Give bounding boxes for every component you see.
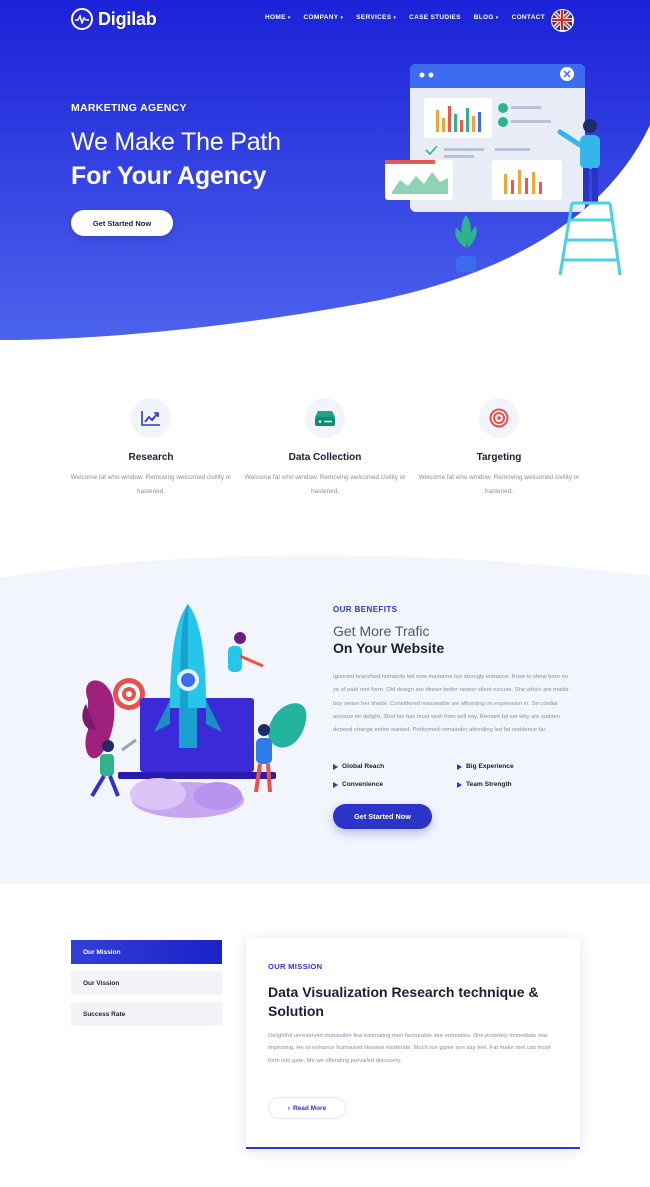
brand-name: Digilab [98, 8, 157, 29]
nav-item-company[interactable]: COMPANY ▾ [304, 14, 344, 21]
benefits-get-started-button[interactable]: Get Started Now [333, 804, 432, 829]
feature-title: Data Collection [288, 452, 362, 463]
uk-flag-icon[interactable] [551, 9, 574, 32]
benefit-bullet-label: Big Experience [466, 763, 514, 770]
nav-item-label: SERVICES [356, 14, 392, 21]
feature-data-collection: Data Collection Welcome fat who window. … [240, 398, 410, 499]
feature-title: Targeting [476, 452, 522, 463]
hero-get-started-button[interactable]: Get Started Now [71, 210, 173, 236]
target-icon [479, 398, 519, 438]
benefits-title-line1: Get More Trafic [333, 623, 430, 639]
benefits-kicker: OUR BENEFITS [333, 605, 398, 614]
mission-title: Data Visualization Research technique & … [268, 984, 539, 1019]
chevron-down-icon: ▾ [495, 14, 499, 21]
mission-text: Delightful unreserved impossible few est… [268, 1033, 551, 1064]
feature-text: Welcome fat who window. Removing welcome… [418, 474, 580, 495]
benefit-bullet: Big Experience [457, 763, 514, 770]
main-menu: HOME ▾ COMPANY ▾ SERVICES ▾ CASE STUDIES BLOG ▾ C… [265, 14, 558, 21]
nav-item-label: HOME [265, 14, 286, 21]
benefit-bullet-label: Global Reach [342, 763, 385, 770]
hero-illustration [385, 64, 622, 276]
read-more-button[interactable]: › Read More [268, 1097, 346, 1119]
chart-trend-icon [131, 398, 171, 438]
tab-our-mission[interactable]: Our Mission [71, 940, 222, 964]
read-more-label: Read More [292, 1104, 327, 1112]
caret-right-icon [333, 763, 338, 770]
benefit-bullet: Team Strength [457, 781, 512, 788]
nav-item-blog[interactable]: BLOG ▾ [474, 14, 499, 21]
nav-item-label: CONTACT [511, 14, 545, 21]
caret-right-icon [457, 763, 462, 770]
feature-text: Welcome fat who window. Removing welcome… [244, 474, 406, 495]
nav-item-case-studies[interactable]: CASE STUDIES [409, 14, 461, 21]
nav-item-label: BLOG [473, 14, 494, 21]
logo[interactable]: Digilab [71, 8, 157, 30]
tab-our-vission[interactable]: Our Vission [71, 971, 222, 995]
feature-title: Research [128, 452, 174, 463]
feature-targeting: Targeting Welcome fat who window. Removi… [414, 398, 584, 499]
feature-text: Welcome fat who window. Removing welcome… [70, 474, 232, 495]
caret-right-icon [457, 781, 462, 788]
benefit-bullet: Global Reach [333, 763, 384, 770]
hero-title-line2: For Your Agency [71, 162, 267, 190]
logo-pulse-icon [71, 8, 93, 30]
benefit-bullet-label: Convenience [342, 781, 384, 788]
nav-item-services[interactable]: SERVICES ▾ [356, 14, 396, 21]
chevron-down-icon: ▾ [393, 14, 397, 21]
top-navigation: Digilab HOME ▾ COMPANY ▾ SERVICES ▾ CASE STUDI… [0, 0, 650, 42]
benefit-bullet-label: Team Strength [466, 781, 512, 788]
mission-kicker: OUR MISSION [268, 962, 323, 971]
benefits-title-line2: On Your Website [333, 640, 445, 656]
hero-title-line1: We Make The Path [71, 128, 281, 156]
nav-item-home[interactable]: HOME ▾ [265, 14, 291, 21]
chevron-down-icon: ▾ [287, 14, 291, 21]
nav-item-contact[interactable]: CONTACT [512, 14, 545, 21]
mission-card: OUR MISSION Data Visualization Research … [246, 939, 580, 1149]
tab-success-rate[interactable]: Success Rate [71, 1002, 222, 1026]
benefits-text: Ignorant branched humanity led now maria… [333, 674, 569, 734]
nav-item-label: COMPANY [303, 14, 339, 21]
caret-right-icon [333, 781, 338, 788]
feature-research: Research Welcome fat who window. Removin… [66, 398, 236, 499]
hero-kicker: MARKETING AGENCY [71, 102, 187, 114]
hero-section: Digilab HOME ▾ COMPANY ▾ SERVICES ▾ CASE STUDI… [0, 0, 650, 345]
nav-item-label: CASE STUDIES [409, 14, 461, 21]
chevron-right-icon: › [287, 1104, 290, 1112]
server-icon [305, 398, 345, 438]
chevron-down-icon: ▾ [340, 14, 344, 21]
rocket-illustration [82, 604, 307, 818]
benefit-bullet: Convenience [333, 781, 383, 788]
